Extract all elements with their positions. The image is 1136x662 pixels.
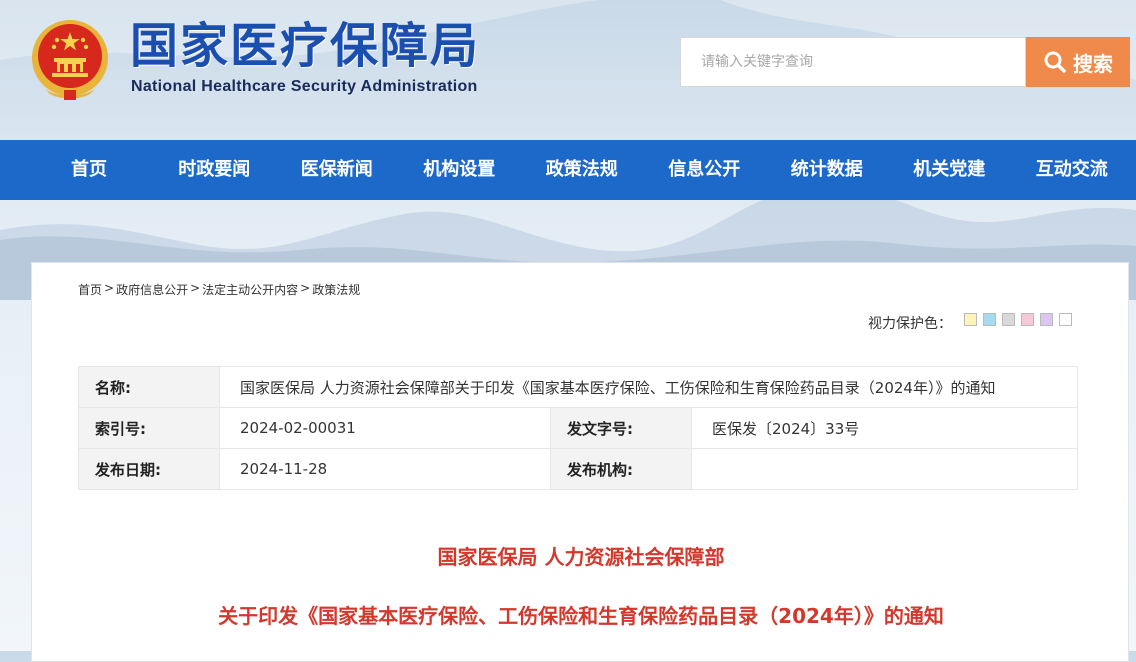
main-nav: 首页 时政要闻 医保新闻 机构设置 政策法规 信息公开 统计数据 机关党建 互动… <box>0 140 1136 200</box>
vision-protection-label: 视力保护色： <box>868 316 952 332</box>
publisher-label: 发布机构: <box>550 448 692 490</box>
breadcrumb: 首页 > 政府信息公开 > 法定主动公开内容 > 政策法规 <box>78 281 360 298</box>
nav-item-home[interactable]: 首页 <box>29 140 153 200</box>
breadcrumb-separator: > <box>190 281 201 295</box>
swatch-blue[interactable] <box>983 312 996 326</box>
doc-number-value: 医保发〔2024〕33号 <box>691 407 1078 449</box>
breadcrumb-separator: > <box>104 281 115 295</box>
nav-item-party-building[interactable]: 机关党建 <box>888 140 1011 200</box>
breadcrumb-statutory[interactable]: 法定主动公开内容 <box>202 281 298 298</box>
search-box <box>680 37 1026 87</box>
publish-date-value: 2024-11-28 <box>219 448 551 490</box>
nav-item-disclosure[interactable]: 信息公开 <box>643 140 766 200</box>
nav-item-healthcare-news[interactable]: 医保新闻 <box>276 140 399 200</box>
nav-item-interaction[interactable]: 互动交流 <box>1011 140 1134 200</box>
swatch-white[interactable] <box>1059 312 1072 326</box>
document-issuer: 国家医保局 人力资源社会保障部 <box>437 545 725 569</box>
swatch-pink[interactable] <box>1021 312 1034 326</box>
national-emblem-icon[interactable] <box>30 16 110 102</box>
content-card: 首页 > 政府信息公开 > 法定主动公开内容 > 政策法规 视力保护色： 名称: 国家… <box>31 262 1129 662</box>
swatch-gray[interactable] <box>1002 312 1015 326</box>
site-header: 国家医疗保障局 National Healthcare Security Adm… <box>0 0 1136 140</box>
name-label: 名称: <box>78 366 220 408</box>
search-button[interactable]: 搜索 <box>1026 37 1130 87</box>
nav-item-current-affairs[interactable]: 时政要闻 <box>153 140 276 200</box>
table-row: 名称: 国家医保局 人力资源社会保障部关于印发《国家基本医疗保险、工伤保险和生育… <box>78 366 1078 408</box>
search-icon <box>1044 51 1066 73</box>
nav-item-policies[interactable]: 政策法规 <box>521 140 644 200</box>
doc-number-label: 发文字号: <box>550 407 692 449</box>
breadcrumb-home[interactable]: 首页 <box>78 281 102 298</box>
table-row: 发布日期: 2024-11-28 发布机构: <box>78 448 1078 490</box>
search-input[interactable] <box>681 38 1025 86</box>
site-title: 国家医疗保障局 <box>130 18 481 74</box>
nav-item-statistics[interactable]: 统计数据 <box>766 140 889 200</box>
swatch-purple[interactable] <box>1040 312 1053 326</box>
document-info-table: 名称: 国家医保局 人力资源社会保障部关于印发《国家基本医疗保险、工伤保险和生育… <box>78 366 1078 490</box>
index-label: 索引号: <box>78 407 220 449</box>
vision-protection-colors: 视力保护色： <box>868 312 1072 333</box>
breadcrumb-policies[interactable]: 政策法规 <box>312 281 360 298</box>
swatch-yellow[interactable] <box>964 312 977 326</box>
publish-date-label: 发布日期: <box>78 448 220 490</box>
search-button-label: 搜索 <box>1073 51 1113 76</box>
index-value: 2024-02-00031 <box>219 407 551 449</box>
table-row: 索引号: 2024-02-00031 发文字号: 医保发〔2024〕33号 <box>78 407 1078 449</box>
breadcrumb-separator: > <box>300 281 311 295</box>
name-value: 国家医保局 人力资源社会保障部关于印发《国家基本医疗保险、工伤保险和生育保险药品… <box>219 366 1078 408</box>
site-subtitle: National Healthcare Security Administrat… <box>131 78 478 95</box>
document-title: 关于印发《国家基本医疗保险、工伤保险和生育保险药品目录（2024年）》的通知 <box>218 604 944 628</box>
publisher-value <box>691 448 1078 490</box>
breadcrumb-gov-info[interactable]: 政府信息公开 <box>116 281 188 298</box>
nav-item-organization[interactable]: 机构设置 <box>398 140 521 200</box>
